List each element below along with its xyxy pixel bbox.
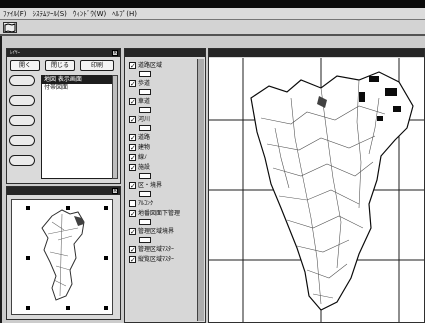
side-button-1[interactable] [9,75,35,86]
side-button-3[interactable] [9,115,35,126]
legend-item[interactable]: ✓ 道路区域 [129,61,162,70]
legend-item[interactable]: ✓ 管理区域境界 [129,227,174,236]
close-layer-button[interactable]: 閉じる [45,60,75,71]
legend-item-label: 歩道 [138,80,151,87]
layer-panel-title-bar: ﾚｲﾔｰ × [7,49,120,57]
checkbox-checked-icon[interactable]: ✓ [129,134,136,142]
side-button-5[interactable] [9,155,35,166]
legend-item[interactable]: ✓ 縦覧区域ﾏｽﾀｰ [129,255,174,264]
menu-help[interactable]: ﾍﾙﾌﾟ(H) [112,8,137,19]
legend-item[interactable]: ✓ 線ﾉ [129,153,147,162]
print-button[interactable]: 印刷 [80,60,114,71]
legend-swatch [139,219,151,225]
checkbox-checked-icon[interactable]: ✓ [129,210,136,218]
legend-item-label: 線ﾉ [138,154,148,161]
selection-handle[interactable] [66,306,70,310]
checkbox-checked-icon[interactable]: ✓ [129,98,136,106]
open-button[interactable]: 開く [10,60,40,71]
checkbox-checked-icon[interactable]: ✓ [129,228,136,236]
legend-item[interactable]: ✓ 管理区域ﾏｽﾀｰ [129,245,174,254]
legend-item[interactable]: ✓ 河川 [129,115,150,124]
legend-item-label: 道路 [138,134,151,141]
legend-item-label: 縦覧区域ﾏｽﾀｰ [138,256,175,263]
legend-swatch [139,125,151,131]
side-button-4[interactable] [9,135,35,146]
panel-divider [0,36,2,323]
legend-swatch [139,89,151,95]
legend-item[interactable]: ✓ 施設 [129,163,150,172]
checkbox-checked-icon[interactable]: ✓ [129,62,136,70]
legend-item-label: 河川 [138,116,151,123]
selection-handle[interactable] [104,306,108,310]
legend-swatch [139,237,151,243]
legend-item-label: 区・境界 [138,182,163,189]
legend-item-label: 管理区域ﾏｽﾀｰ [138,246,175,253]
checkbox-checked-icon[interactable]: ✓ [129,144,136,152]
selection-handle[interactable] [26,206,30,210]
legend-item[interactable]: ✓ 車道 [129,97,150,106]
layer-panel: ﾚｲﾔｰ × 開く 閉じる 印刷 地図 表示画面 付帯図面 [6,48,121,184]
legend-item[interactable]: ｱﾙｺﾝｸ [129,199,153,208]
legend-item-label: 道路区域 [138,62,163,69]
layer-list[interactable]: 地図 表示画面 付帯図面 [41,75,113,179]
window-title-bar [0,0,425,8]
map-panel-title-bar [209,49,424,57]
main-map-canvas[interactable] [209,58,424,322]
checkbox-checked-icon[interactable]: ✓ [129,116,136,124]
legend-item[interactable]: ✓ 建物 [129,143,150,152]
layer-list-item[interactable]: 付帯図面 [42,84,112,92]
map-icon [4,23,16,33]
legend-item-label: 地番図面下管理 [138,210,181,217]
legend-swatch [139,191,151,197]
legend-item[interactable]: ✓ 歩道 [129,79,150,88]
menu-bar: ﾌｧｲﾙ(F) ｼｽﾃﾑﾂｰﾙ(S) ｳｨﾝﾄﾞｳ(W) ﾍﾙﾌﾟ(H) [0,8,425,20]
city-map-drawing [209,58,424,322]
map-tool-button[interactable] [3,22,17,33]
legend-item-label: 建物 [138,144,151,151]
checkbox-unchecked-icon[interactable] [129,200,136,207]
menu-system-tools[interactable]: ｼｽﾃﾑﾂｰﾙ(S) [33,8,67,19]
selection-handle[interactable] [104,256,108,260]
legend-item-label: 管理区域境界 [138,228,175,235]
checkbox-checked-icon[interactable]: ✓ [129,246,136,254]
layer-panel-title: ﾚｲﾔｰ [10,50,21,56]
legend-panel-title-bar [125,49,205,57]
selection-handle[interactable] [26,256,30,260]
selection-handle[interactable] [66,206,70,210]
side-button-2[interactable] [9,95,35,106]
close-icon[interactable]: × [112,188,118,194]
legend-item[interactable]: ✓ 地番図面下管理 [129,209,180,218]
checkbox-checked-icon[interactable]: ✓ [129,256,136,264]
overview-panel: × [6,186,121,320]
legend-list: ✓ 道路区域 ✓ 歩道 ✓ 車道 ✓ 河川 ✓ 道路 ✓ 建物 ✓ 線ﾉ ✓ 施設 ✓ 区・境界 ｱﾙｺﾝｸ ✓ 地番図… [127,59,197,321]
selection-handle[interactable] [26,306,30,310]
legend-swatch [139,107,151,113]
legend-swatch [139,173,151,179]
menu-file[interactable]: ﾌｧｲﾙ(F) [3,8,27,19]
legend-scrollbar[interactable] [197,59,204,321]
gis-application-window: ﾌｧｲﾙ(F) ｼｽﾃﾑﾂｰﾙ(S) ｳｨﾝﾄﾞｳ(W) ﾍﾙﾌﾟ(H) ﾚｲﾔ… [0,0,425,323]
toolbar [0,20,425,36]
overview-panel-title-bar: × [7,187,120,195]
legend-swatch [139,71,151,77]
legend-item-label: 車道 [138,98,151,105]
checkbox-checked-icon[interactable]: ✓ [129,80,136,88]
checkbox-checked-icon[interactable]: ✓ [129,154,136,162]
menu-window[interactable]: ｳｨﾝﾄﾞｳ(W) [73,8,106,19]
legend-item-label: 施設 [138,164,151,171]
legend-item[interactable]: ✓ 区・境界 [129,181,162,190]
checkbox-checked-icon[interactable]: ✓ [129,164,136,172]
layer-list-scrollbar[interactable] [112,75,118,179]
overview-map[interactable] [11,199,113,315]
legend-panel: ✓ 道路区域 ✓ 歩道 ✓ 車道 ✓ 河川 ✓ 道路 ✓ 建物 ✓ 線ﾉ ✓ 施設 ✓ 区・境界 ｱﾙｺﾝｸ ✓ 地番図… [124,48,206,323]
close-icon[interactable]: × [112,50,118,56]
layer-list-item[interactable]: 地図 表示画面 [42,76,112,84]
selection-handle[interactable] [104,206,108,210]
legend-item[interactable]: ✓ 道路 [129,133,150,142]
legend-item-label: ｱﾙｺﾝｸ [138,200,154,207]
map-panel [208,48,425,323]
checkbox-checked-icon[interactable]: ✓ [129,182,136,190]
